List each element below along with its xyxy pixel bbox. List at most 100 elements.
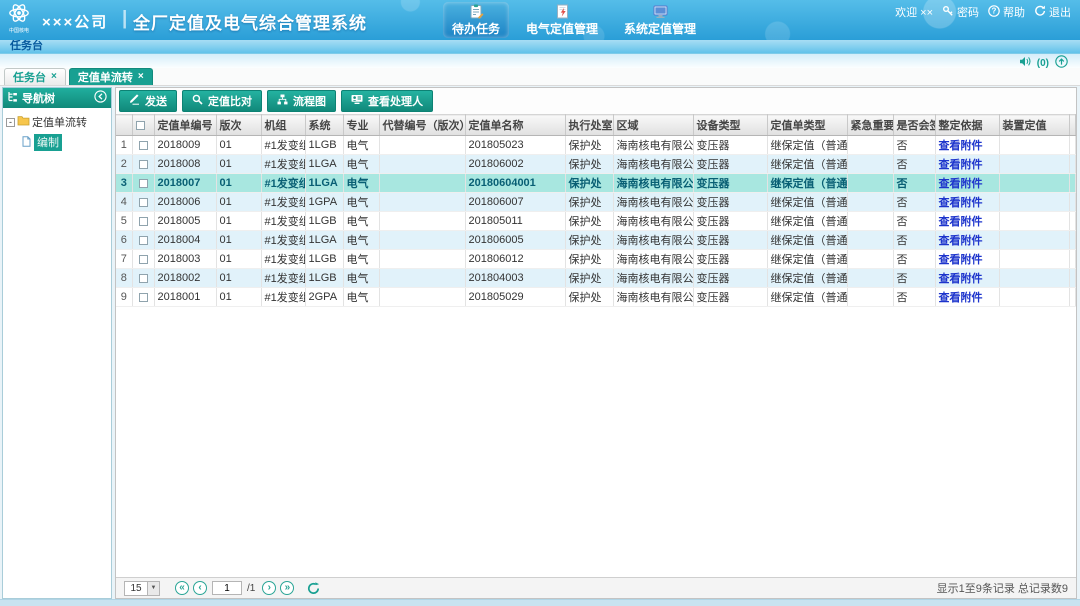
first-page-button[interactable]: «: [175, 581, 189, 595]
cell: #1发变组: [261, 288, 305, 307]
cell: [847, 288, 893, 307]
send-button[interactable]: 发送: [119, 90, 177, 112]
cell: 2018001: [154, 288, 216, 307]
close-icon[interactable]: ×: [51, 72, 57, 82]
svg-text:?: ?: [992, 6, 997, 15]
cell: 海南核电有限公司: [613, 269, 693, 288]
cell: 2018003: [154, 250, 216, 269]
tree-root-label: 定值单流转: [32, 114, 87, 130]
select-all-checkbox[interactable]: [136, 121, 145, 130]
chevron-down-icon: ▼: [147, 582, 159, 595]
elec-doc-icon: [555, 4, 570, 20]
total-pages-label: /1: [247, 583, 255, 594]
cell: 电气: [343, 155, 379, 174]
refresh-button[interactable]: [307, 582, 320, 595]
cell: #1发变组: [261, 155, 305, 174]
table-row[interactable]: 3201800701#1发变组1LGA电气20180604001保护处海南核电有…: [116, 174, 1076, 193]
cell: [379, 174, 465, 193]
cell: 变压器: [693, 250, 767, 269]
page-size-select[interactable]: 15 ▼: [124, 581, 160, 596]
page-number-input[interactable]: [212, 581, 242, 595]
sidebar-collapse-button[interactable]: [94, 90, 107, 106]
system-title: 全厂定值及电气综合管理系统: [133, 9, 367, 34]
cell: [379, 231, 465, 250]
table-row[interactable]: 9201800101#1发变组2GPA电气201805029保护处海南核电有限公…: [116, 288, 1076, 307]
table-row[interactable]: 6201800401#1发变组1LGA电气201806005保护处海南核电有限公…: [116, 231, 1076, 250]
filler-header: [1069, 115, 1076, 136]
row-checkbox[interactable]: [139, 293, 148, 302]
cell: [999, 136, 1069, 155]
tree-expander[interactable]: -: [6, 118, 15, 127]
table-row[interactable]: 7201800301#1发变组1LGB电气201806012保护处海南核电有限公…: [116, 250, 1076, 269]
row-checkbox[interactable]: [139, 236, 148, 245]
row-number: 3: [116, 174, 132, 193]
cell: 1LGA: [305, 155, 343, 174]
row-checkbox[interactable]: [139, 160, 148, 169]
password-button[interactable]: 密码: [942, 4, 979, 20]
last-page-button[interactable]: »: [280, 581, 294, 595]
cell: 继保定值（普通）: [767, 250, 847, 269]
row-checkbox[interactable]: [139, 274, 148, 283]
prev-page-button[interactable]: ‹: [193, 581, 207, 595]
filler-cell: [1069, 288, 1076, 307]
table-row[interactable]: 5201800501#1发变组1LGB电气201805011保护处海南核电有限公…: [116, 212, 1076, 231]
close-icon[interactable]: ×: [138, 72, 144, 82]
cell: 海南核电有限公司: [613, 288, 693, 307]
view-attachment-link[interactable]: 查看附件: [935, 155, 999, 174]
view-attachment-link[interactable]: 查看附件: [935, 288, 999, 307]
view-attachment-link[interactable]: 查看附件: [935, 174, 999, 193]
logout-button[interactable]: 退出: [1034, 4, 1071, 20]
view-attachment-link[interactable]: 查看附件: [935, 193, 999, 212]
row-checkbox[interactable]: [139, 198, 148, 207]
cell: 保护处: [565, 269, 613, 288]
row-checkbox[interactable]: [139, 255, 148, 264]
view-attachment-link[interactable]: 查看附件: [935, 212, 999, 231]
nav-item-electrical-setting-mgmt[interactable]: 电气定值管理: [517, 2, 607, 38]
speaker-icon[interactable]: [1019, 56, 1031, 70]
cell: 否: [893, 174, 935, 193]
table-row[interactable]: 1201800901#1发变组1LGB电气201805023保护处海南核电有限公…: [116, 136, 1076, 155]
cell: 电气: [343, 231, 379, 250]
cell: [847, 174, 893, 193]
view-handler-button[interactable]: 查看处理人: [341, 90, 433, 112]
cell: 海南核电有限公司: [613, 174, 693, 193]
tree-node-setting-sheet-flow[interactable]: - 定值单流转: [6, 114, 108, 130]
view-attachment-link[interactable]: 查看附件: [935, 231, 999, 250]
next-page-button[interactable]: ›: [262, 581, 276, 595]
column-header: 版次: [216, 115, 261, 136]
cell: 201805029: [465, 288, 565, 307]
cell: [379, 269, 465, 288]
row-checkbox[interactable]: [139, 217, 148, 226]
tab-task-desk[interactable]: 任务台×: [4, 68, 66, 85]
nav-item-system-setting-mgmt[interactable]: 系统定值管理: [615, 2, 705, 38]
row-checkbox-cell: [132, 136, 154, 155]
column-header: 代替编号（版次）: [379, 115, 465, 136]
tree-node-compile[interactable]: 编制: [22, 134, 108, 151]
setting-compare-button[interactable]: 定值比对: [182, 90, 262, 112]
sidebar-title: 导航树: [22, 90, 55, 106]
view-attachment-link[interactable]: 查看附件: [935, 269, 999, 288]
cell: 01: [216, 231, 261, 250]
view-attachment-link[interactable]: 查看附件: [935, 250, 999, 269]
table-row[interactable]: 2201800801#1发变组1LGA电气201806002保护处海南核电有限公…: [116, 155, 1076, 174]
row-checkbox[interactable]: [139, 179, 148, 188]
view-attachment-link[interactable]: 查看附件: [935, 136, 999, 155]
tab-setting-sheet-flow[interactable]: 定值单流转×: [69, 68, 153, 85]
table-row[interactable]: 8201800201#1发变组1LGB电气201804003保护处海南核电有限公…: [116, 269, 1076, 288]
cell: 01: [216, 136, 261, 155]
column-header: 系统: [305, 115, 343, 136]
cell: 继保定值（普通）: [767, 231, 847, 250]
flowchart-button[interactable]: 流程图: [267, 90, 336, 112]
cell: 201806012: [465, 250, 565, 269]
cell: 变压器: [693, 212, 767, 231]
atom-logo-icon: [7, 2, 31, 29]
table-row[interactable]: 4201800601#1发变组1GPA电气201806007保护处海南核电有限公…: [116, 193, 1076, 212]
cell: 电气: [343, 250, 379, 269]
up-circle-icon[interactable]: [1055, 55, 1068, 71]
help-button[interactable]: ? 帮助: [988, 4, 1025, 20]
row-number: 4: [116, 193, 132, 212]
nav-item-todo-tasks[interactable]: 待办任务: [443, 2, 509, 38]
cell: [847, 155, 893, 174]
monitor-icon: [653, 4, 668, 20]
row-checkbox[interactable]: [139, 141, 148, 150]
